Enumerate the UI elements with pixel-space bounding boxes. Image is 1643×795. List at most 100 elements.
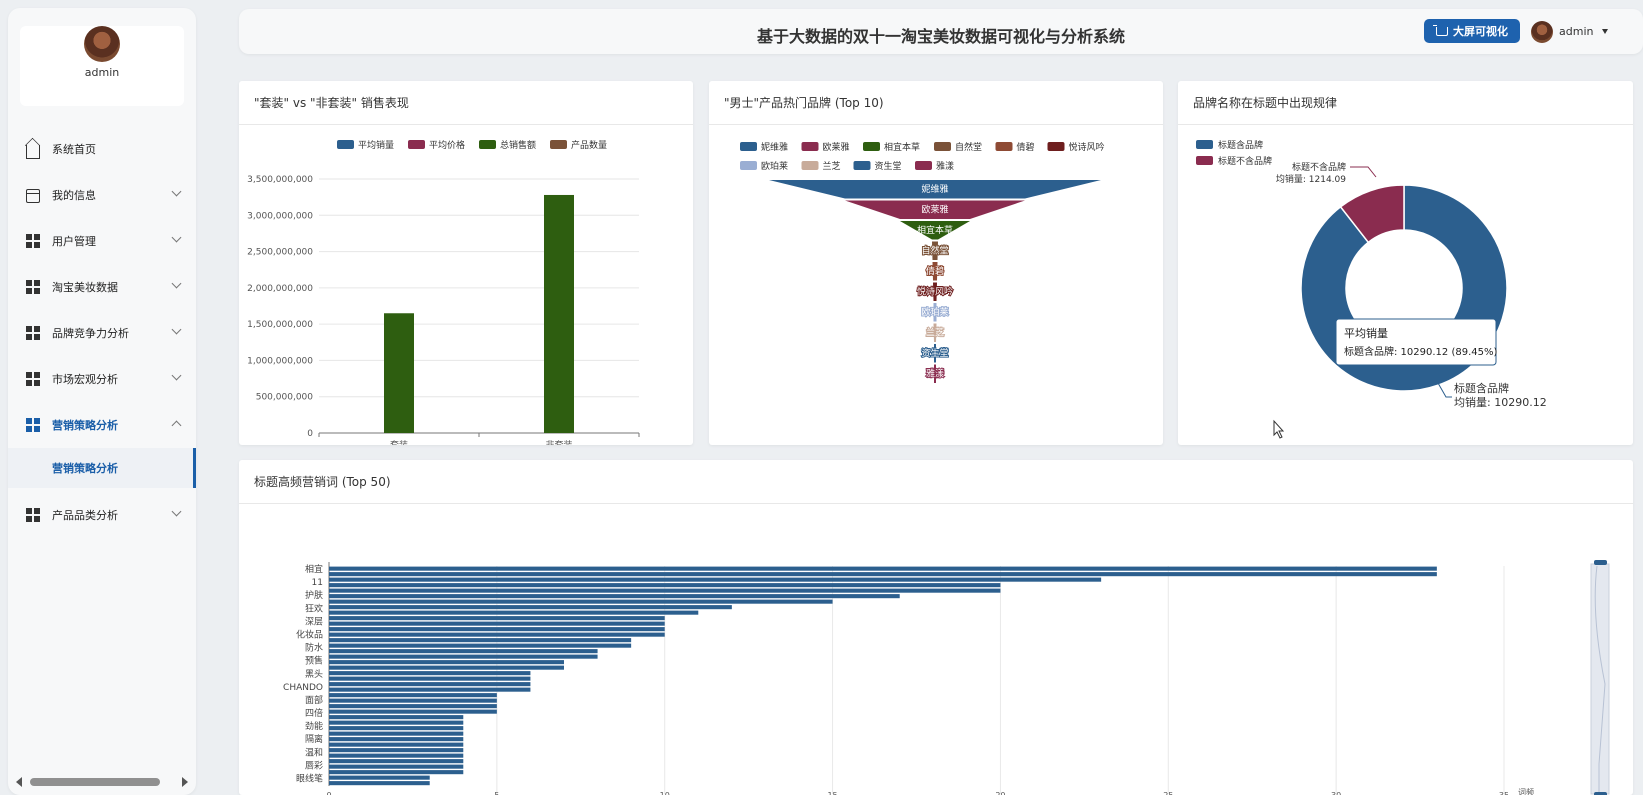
bar (329, 616, 665, 621)
bar (329, 715, 464, 720)
bar (329, 594, 900, 599)
bar (329, 742, 464, 747)
y-tick-label: 1,500,000,000 (247, 320, 313, 330)
sidebar-item-marketing-analysis[interactable]: 营销策略分析 (8, 402, 196, 448)
x-tick-label: 35 (1499, 791, 1509, 795)
bar (329, 698, 497, 703)
sidebar-subitem-marketing-analysis[interactable]: 营销策略分析 (8, 448, 196, 488)
y-tick-label: 深层 (305, 616, 323, 627)
legend-swatch (1047, 142, 1065, 151)
header: 基于大数据的双十一淘宝美妆数据可视化与分析系统 大屏可视化 admin (239, 9, 1643, 54)
sidebar-item-taobao-data[interactable]: 淘宝美妆数据 (8, 264, 196, 310)
legend-swatch (1196, 156, 1213, 165)
bar (329, 605, 732, 610)
chart-card-suit-vs-nonsuit: "套装" vs "非套装" 销售表现 平均销量 平均价格 总销售额 产品数量 0 500,… (239, 81, 693, 445)
funnel-label: 自然堂 (921, 245, 948, 257)
legend-label: 妮维雅 (761, 141, 788, 153)
x-axis-label: 词频 (1518, 787, 1534, 795)
donut-chart-brand-in-title: 标题含品牌标题不含品牌标题不含品牌均销量: 1214.09标题含品牌均销量: 1… (1196, 139, 1547, 439)
y-tick-label: 护肤 (305, 589, 323, 601)
scrollbar-thumb[interactable] (30, 778, 160, 786)
bigscreen-button[interactable]: 大屏可视化 (1424, 19, 1520, 43)
chevron-down-icon (171, 278, 182, 289)
y-tick-label: 唇彩 (305, 760, 323, 771)
legend-label: 悦诗风吟 (1069, 141, 1105, 153)
legend-label: 倩碧 (1017, 141, 1035, 153)
cart-icon (1433, 24, 1448, 36)
header-username[interactable]: admin (1559, 25, 1593, 38)
datazoom-slider[interactable] (1590, 560, 1610, 795)
sidebar-item-brand-analysis[interactable]: 品牌竞争力分析 (8, 310, 196, 356)
legend-label: 相宜本草 (884, 141, 920, 153)
legend-swatch (995, 142, 1013, 151)
bar (329, 599, 833, 604)
profile-name: admin (84, 66, 120, 79)
sidebar-item-my-info[interactable]: 我的信息 (8, 172, 196, 218)
label-leader (1350, 166, 1377, 178)
legend-swatch (801, 161, 819, 170)
sidebar-item-label: 营销策略分析 (52, 419, 118, 432)
legend-swatch (934, 142, 951, 151)
sidebar: admin 系统首页 我的信息 用户管理 淘宝美妆数据 品牌竞争力分析 市场宏观… (8, 8, 196, 795)
y-tick-label: 相宜 (305, 563, 323, 575)
y-tick-label: 黑头 (305, 669, 323, 680)
sidebar-item-home[interactable]: 系统首页 (8, 126, 196, 172)
bigscreen-label: 大屏可视化 (1453, 25, 1508, 38)
sidebar-item-user-management[interactable]: 用户管理 (8, 218, 196, 264)
y-tick-label: 1,000,000,000 (247, 356, 313, 366)
y-tick-label: 温和 (305, 747, 323, 758)
y-tick-label: 预售 (305, 655, 323, 667)
bar (329, 764, 464, 769)
chevron-up-icon (171, 420, 182, 431)
caret-down-icon[interactable] (1602, 29, 1608, 34)
chart-tooltip: 平均销量标题含品牌: 10290.12 (89.45%) (1335, 318, 1497, 366)
avatar[interactable] (84, 26, 120, 62)
funnel-label: 资生堂 (921, 347, 948, 359)
funnel-label: 相宜本草 (917, 224, 953, 236)
slice-label: 标题不含品牌 (1292, 161, 1346, 173)
bar-chart-suit: 平均销量 平均价格 总销售额 产品数量 0 500,000,000 1,000,000,00… (247, 139, 640, 445)
grid-icon (26, 372, 40, 386)
home-icon (26, 145, 40, 159)
legend-label: 资生堂 (875, 160, 902, 172)
bar (329, 726, 464, 731)
scroll-right-icon[interactable] (182, 777, 188, 787)
sidebar-menu: 系统首页 我的信息 用户管理 淘宝美妆数据 品牌竞争力分析 市场宏观分析 营销策… (8, 126, 196, 538)
x-tick-label: 20 (995, 791, 1005, 795)
sidebar-scrollbar[interactable] (16, 775, 188, 787)
grid-icon (26, 418, 40, 432)
tooltip-title: 平均销量 (1344, 326, 1388, 340)
x-tick-label: 套装 (390, 439, 408, 445)
slice-label: 均销量: 10290.12 (1454, 395, 1547, 409)
scroll-left-icon[interactable] (16, 777, 22, 787)
sidebar-item-label: 品牌竞争力分析 (52, 327, 129, 340)
bar (329, 709, 497, 714)
legend-label: 产品数量 (571, 139, 607, 151)
funnel-label: 欧莱雅 (921, 204, 948, 216)
datazoom-handle-top (1594, 560, 1607, 565)
bar (329, 671, 531, 676)
bar (329, 588, 1001, 593)
chart-title: "男士"产品热门品牌 (Top 10) (709, 81, 1163, 125)
y-tick-label: 四倍 (305, 707, 323, 719)
sidebar-item-category-analysis[interactable]: 产品品类分析 (8, 492, 196, 538)
bar (329, 665, 564, 670)
sidebar-item-label: 产品品类分析 (52, 509, 118, 522)
x-tick-label: 0 (326, 791, 331, 795)
slice-label: 标题含品牌 (1454, 381, 1509, 395)
funnel-label: 欧珀莱 (921, 306, 948, 318)
bar (329, 682, 531, 687)
y-tick-label: 2,500,000,000 (247, 248, 313, 258)
header-avatar[interactable] (1531, 21, 1553, 43)
chart-card-men-brands: "男士"产品热门品牌 (Top 10) 妮维雅 欧莱雅 相宜本草 自然堂 倩碧 悦诗风吟欧… (709, 81, 1163, 445)
legend-label: 平均价格 (429, 139, 465, 151)
y-tick-label: 劲能 (305, 720, 323, 732)
y-tick-label: 11 (312, 578, 323, 588)
datazoom-track (1590, 563, 1610, 795)
legend-label: 标题不含品牌 (1218, 155, 1272, 167)
x-tick-label: 30 (1331, 791, 1341, 795)
x-tick-label: 5 (494, 791, 499, 795)
bar (329, 676, 531, 681)
sidebar-item-market-analysis[interactable]: 市场宏观分析 (8, 356, 196, 402)
chart-title: 标题高频营销词 (Top 50) (239, 460, 1633, 504)
